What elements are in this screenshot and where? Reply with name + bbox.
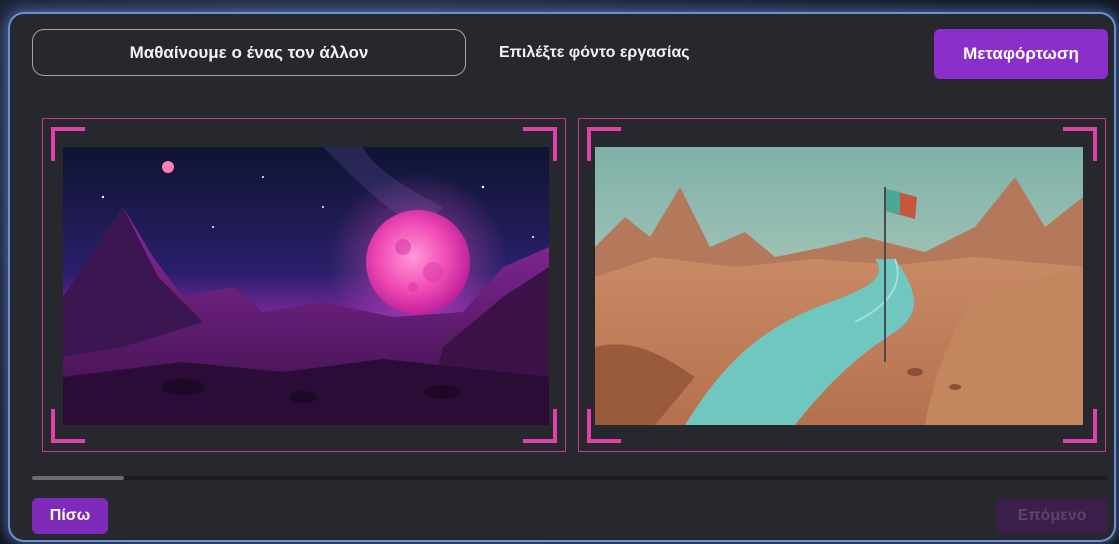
purple-moon-landscape-image	[63, 147, 549, 425]
next-button[interactable]: Επόμενο	[996, 498, 1108, 534]
background-option-purple-moon[interactable]	[42, 118, 566, 452]
desert-river-landscape-image	[595, 147, 1083, 425]
choose-background-label: Επιλέξτε φόντο εργασίας	[499, 44, 690, 61]
project-title-field[interactable]: Μαθαίνουμε ο ένας τον άλλον	[32, 29, 466, 76]
upload-button[interactable]: Μεταφόρτωση	[934, 29, 1108, 79]
back-button[interactable]: Πίσω	[32, 498, 108, 534]
background-option-desert-river[interactable]	[578, 118, 1106, 452]
horizontal-scrollbar[interactable]	[32, 476, 1108, 480]
scrollbar-thumb[interactable]	[32, 476, 124, 480]
dialog-panel: Μαθαίνουμε ο ένας τον άλλον Επιλέξτε φόν…	[10, 14, 1114, 540]
